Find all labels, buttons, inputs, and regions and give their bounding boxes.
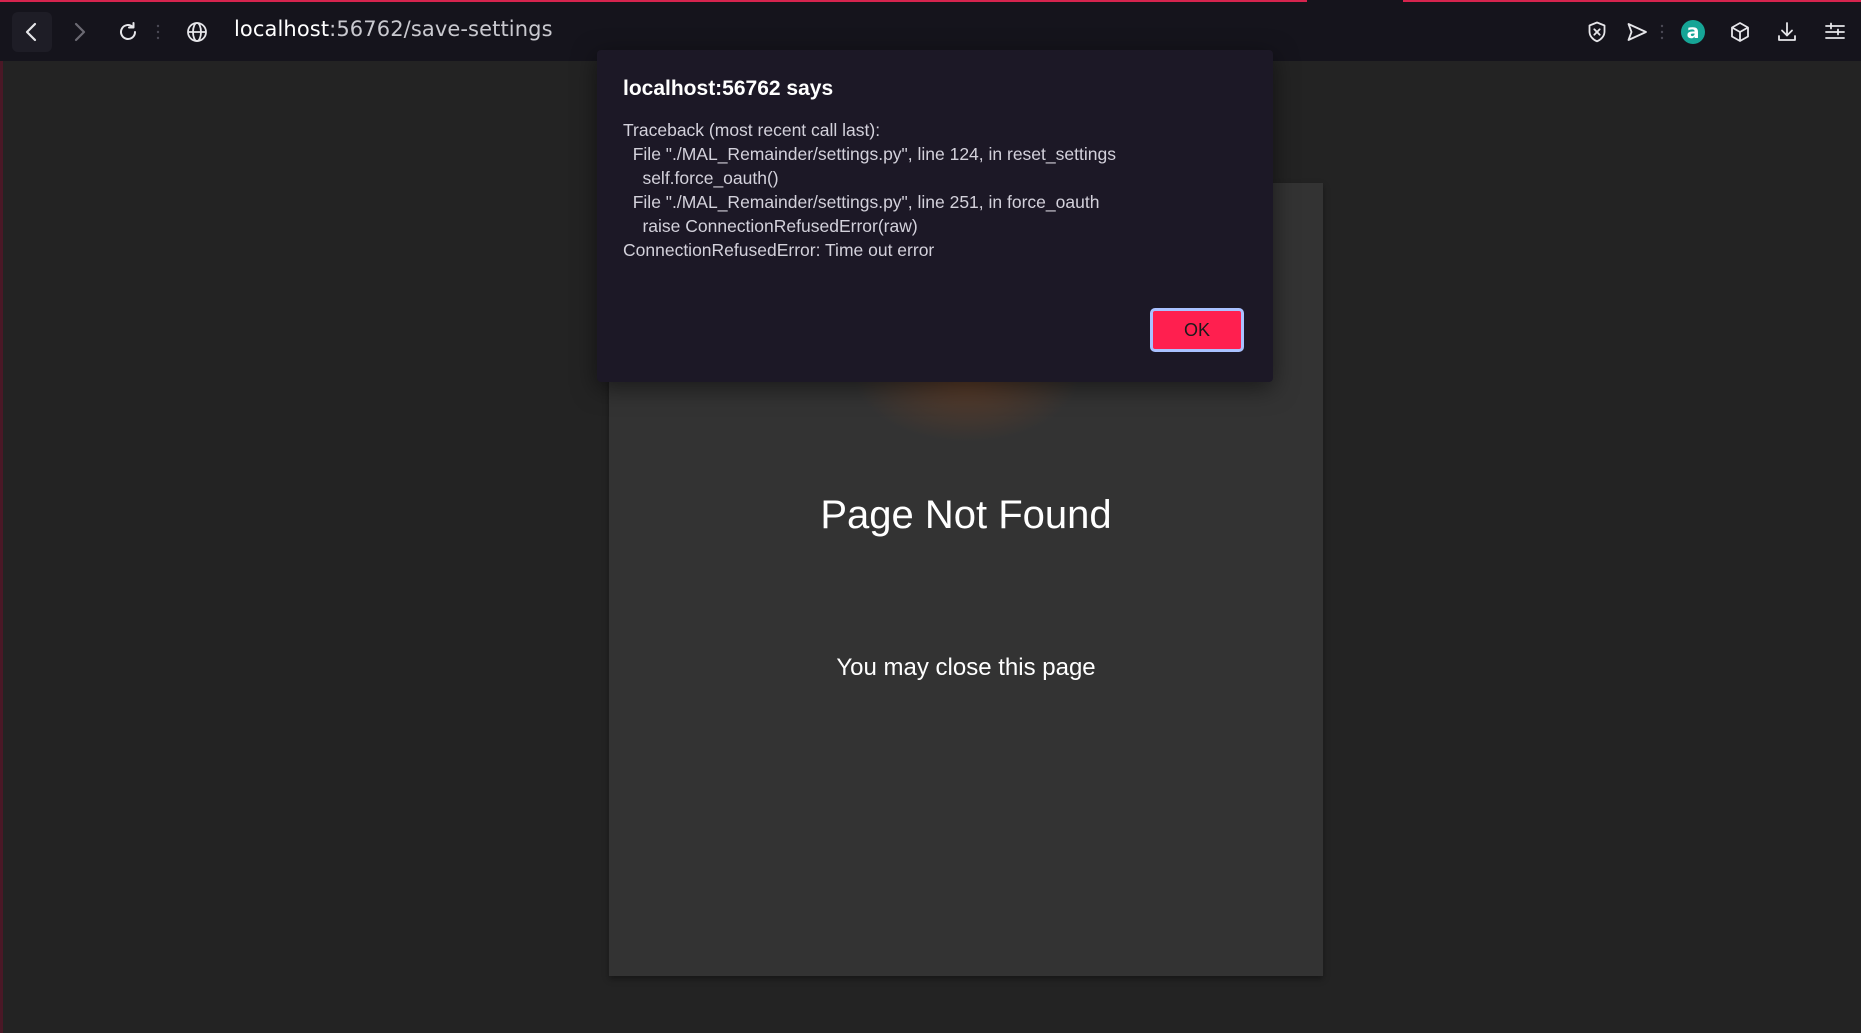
download-button[interactable] xyxy=(1769,14,1805,50)
forward-button[interactable] xyxy=(59,12,99,52)
tab-accent-line-right xyxy=(1403,0,1861,2)
forward-arrow-icon xyxy=(74,22,86,42)
extension-a-icon: a xyxy=(1681,20,1705,44)
toolbar-separator xyxy=(156,24,160,40)
page-subtitle: You may close this page xyxy=(836,654,1096,681)
tab-accent-line xyxy=(0,0,1307,2)
back-arrow-icon xyxy=(25,22,37,42)
dialog-message: Traceback (most recent call last): File … xyxy=(623,120,1116,260)
reload-icon xyxy=(120,22,136,40)
box-icon xyxy=(1731,22,1749,42)
ok-button[interactable]: OK xyxy=(1150,308,1244,352)
back-button[interactable] xyxy=(12,12,52,52)
download-icon xyxy=(1778,22,1796,41)
dialog-title: localhost:56762 says xyxy=(623,77,834,100)
page-title: Page Not Found xyxy=(820,493,1112,537)
shield-icon xyxy=(1588,21,1606,43)
toolbar-separator-right xyxy=(1660,24,1664,40)
box-button[interactable] xyxy=(1722,14,1758,50)
url-path: :56762/save-settings xyxy=(329,17,553,41)
globe-icon xyxy=(187,22,207,42)
site-info-button[interactable] xyxy=(177,12,217,52)
reload-button[interactable] xyxy=(108,12,148,52)
address-bar[interactable]: localhost:56762/save-settings xyxy=(234,17,553,41)
window-edge xyxy=(0,61,3,1033)
shield-button[interactable] xyxy=(1579,14,1615,50)
extension-button[interactable]: a xyxy=(1675,14,1711,50)
alert-dialog: localhost:56762 says Traceback (most rec… xyxy=(597,50,1273,382)
browser-window: localhost:56762/save-settings a Page Not… xyxy=(0,0,1861,1033)
url-host: localhost xyxy=(234,17,330,41)
send-button[interactable] xyxy=(1619,14,1655,50)
menu-button[interactable] xyxy=(1817,14,1853,50)
send-icon xyxy=(1627,23,1647,41)
menu-icon xyxy=(1825,22,1845,39)
